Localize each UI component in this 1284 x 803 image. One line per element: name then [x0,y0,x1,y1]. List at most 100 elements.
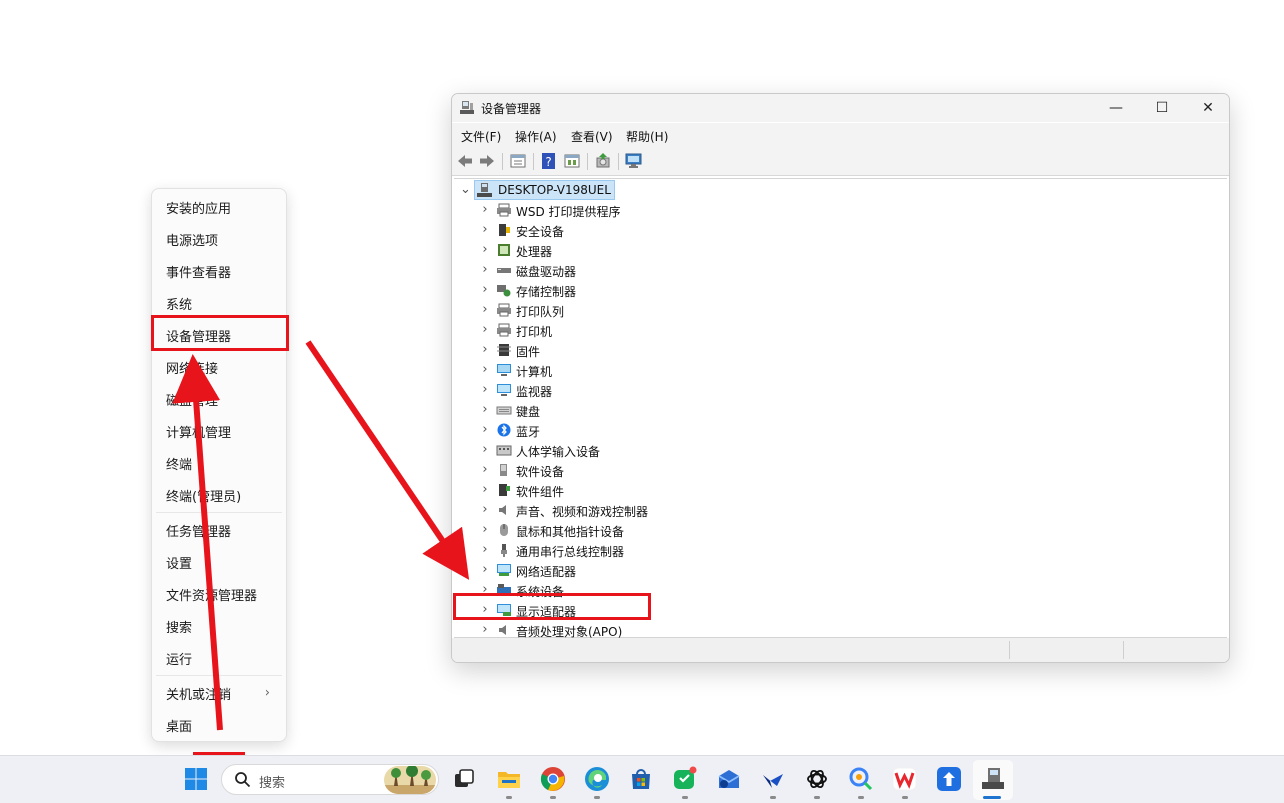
menu-item-file-explorer[interactable]: 文件资源管理器 [152,578,286,610]
update-driver-icon[interactable] [594,152,612,170]
tree-category-item[interactable]: › 计算机 [454,360,854,380]
chevron-right-icon[interactable]: › [480,202,490,217]
menu-item-network-connections[interactable]: 网络连接 [152,351,286,383]
properties-icon[interactable] [509,152,527,170]
chevron-right-icon[interactable]: › [480,342,490,357]
expand-chevron-icon[interactable]: ⌄ [460,182,471,197]
tree-category-item[interactable]: › 固件 [454,340,854,360]
menu-view[interactable]: 查看(V) [571,128,613,145]
feishu-icon[interactable] [760,766,786,792]
toolbar-separator [502,153,503,170]
menu-item-settings[interactable]: 设置 [152,546,286,578]
chevron-right-icon[interactable]: › [480,462,490,477]
chevron-right-icon[interactable]: › [480,422,490,437]
chat-app-icon[interactable] [672,766,698,792]
menu-item-shutdown-signout[interactable]: 关机或注销 › [152,677,286,709]
forward-arrow-icon[interactable] [478,152,496,170]
chevron-right-icon[interactable]: › [480,242,490,257]
chevron-right-icon[interactable]: › [480,562,490,577]
menu-item-computer-management[interactable]: 计算机管理 [152,415,286,447]
chevron-right-icon[interactable]: › [480,302,490,317]
running-indicator [594,796,600,799]
menu-item-installed-apps[interactable]: 安装的应用 [152,191,286,223]
task-view-icon[interactable] [451,766,477,792]
wps-icon[interactable] [892,766,918,792]
edge-icon[interactable] [584,766,610,792]
menu-file[interactable]: 文件(F) [461,128,501,145]
menu-item-task-manager[interactable]: 任务管理器 [152,514,286,546]
tree-category-label: 打印机 [516,325,553,339]
disk-drive-icon [497,268,511,273]
show-hidden-icon[interactable] [563,152,581,170]
tree-category-item[interactable]: › 通用串行总线控制器 [454,540,854,560]
menu-separator [156,675,282,676]
mail-app-icon[interactable] [716,766,742,792]
chevron-right-icon[interactable]: › [480,402,490,417]
tree-category-item[interactable]: › 网络适配器 [454,560,854,580]
menu-item-label: 关机或注销 [166,687,232,703]
chevron-right-icon[interactable]: › [480,322,490,337]
active-indicator [983,796,1001,799]
microsoft-store-icon[interactable] [628,766,654,792]
help-icon[interactable]: ? [540,152,558,170]
tree-category-item[interactable]: › 软件组件 [454,480,854,500]
device-manager-app-icon [982,768,1004,789]
chevron-right-icon[interactable]: › [480,222,490,237]
tree-category-item[interactable]: › WSD 打印提供程序 [454,200,854,220]
tree-category-item[interactable]: › 蓝牙 [454,420,854,440]
menu-item-terminal[interactable]: 终端 [152,447,286,479]
search-assistant-icon[interactable] [848,766,874,792]
chevron-right-icon[interactable]: › [480,482,490,497]
taskbar-search[interactable]: 搜索 [221,764,439,795]
chrome-icon[interactable] [540,766,566,792]
menu-item-event-viewer[interactable]: 事件查看器 [152,255,286,287]
menu-item-run[interactable]: 运行 [152,642,286,674]
back-arrow-icon[interactable] [456,152,474,170]
tree-category-item[interactable]: › 打印机 [454,320,854,340]
chatgpt-icon[interactable] [804,766,830,792]
chevron-right-icon[interactable]: › [480,282,490,297]
tree-category-label: 存储控制器 [516,285,577,299]
menu-item-search[interactable]: 搜索 [152,610,286,642]
close-button[interactable]: ✕ [1185,94,1229,122]
menu-action[interactable]: 操作(A) [515,128,557,145]
chevron-right-icon[interactable]: › [480,622,490,637]
chevron-right-icon[interactable]: › [480,362,490,377]
tree-category-item[interactable]: › 处理器 [454,240,854,260]
maximize-button[interactable]: ☐ [1139,94,1185,122]
minimize-button[interactable]: — [1093,94,1139,122]
tree-category-item[interactable]: › 声音、视频和游戏控制器 [454,500,854,520]
start-icon[interactable] [184,767,208,791]
device-tree[interactable]: ⌄ DESKTOP-V198UEL › WSD 打印提供程序 › 安全设备 › 处理器 › 磁… [454,178,1227,640]
chevron-right-icon[interactable]: › [480,382,490,397]
title-bar[interactable]: 设备管理器 — ☐ ✕ [452,94,1229,122]
chevron-right-icon[interactable]: › [480,502,490,517]
file-explorer-icon[interactable] [496,766,522,792]
active-app-tile[interactable] [973,760,1013,800]
tree-category-item[interactable]: › 音频处理对象(APO) [454,620,854,640]
chevron-right-icon[interactable]: › [480,262,490,277]
tree-category-item[interactable]: › 磁盘驱动器 [454,260,854,280]
tree-root[interactable]: ⌄ DESKTOP-V198UEL [454,180,854,200]
tree-category-item[interactable]: › 鼠标和其他指针设备 [454,520,854,540]
menu-item-terminal-admin[interactable]: 终端(管理员) [152,479,286,511]
tree-category-item[interactable]: › 键盘 [454,400,854,420]
menu-item-desktop[interactable]: 桌面 [152,709,286,741]
computer-name-label[interactable]: DESKTOP-V198UEL [474,180,615,200]
tree-category-item[interactable]: › 人体学输入设备 [454,440,854,460]
upload-app-icon[interactable] [936,766,962,792]
tree-category-item[interactable]: › 软件设备 [454,460,854,480]
toolbar: ? [452,147,1229,176]
menu-item-disk-management[interactable]: 磁盘管理 [152,383,286,415]
computer-icon [497,364,511,376]
tree-category-item[interactable]: › 监视器 [454,380,854,400]
chevron-right-icon[interactable]: › [480,542,490,557]
scan-hardware-icon[interactable] [625,152,643,170]
chevron-right-icon[interactable]: › [480,442,490,457]
tree-category-item[interactable]: › 存储控制器 [454,280,854,300]
menu-help[interactable]: 帮助(H) [626,128,668,145]
menu-item-power-options[interactable]: 电源选项 [152,223,286,255]
chevron-right-icon[interactable]: › [480,522,490,537]
tree-category-item[interactable]: › 安全设备 [454,220,854,240]
tree-category-item[interactable]: › 打印队列 [454,300,854,320]
